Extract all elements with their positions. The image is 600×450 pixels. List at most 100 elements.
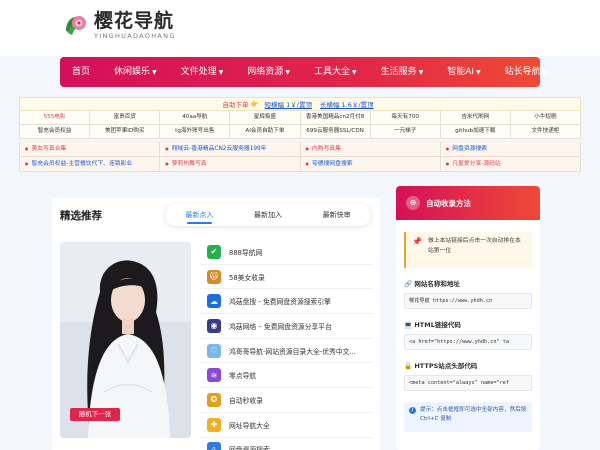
random-next-button[interactable]: 随机下一张	[70, 408, 120, 421]
code-box[interactable]: 樱花导航 https://www.yhdh.cn	[404, 293, 532, 309]
badge-icon: ✚	[207, 417, 221, 432]
section-title: 💻 HTML链接代码	[404, 321, 461, 329]
list-item[interactable]: 🐱 58美女收录	[200, 264, 372, 290]
featured-tabs: 最新点入 最新加入 最新快审	[165, 204, 371, 226]
bullet-icon: ●	[445, 146, 450, 151]
list-item-label: 自动秒收录	[229, 396, 263, 405]
seal-icon: ✪	[207, 392, 221, 407]
auto-include-tip: 📌 做上本站链接后点击一次自动排在本站第一位	[404, 232, 532, 268]
chevron-down-icon: ▼	[285, 69, 290, 76]
list-item-label: 网址导航大全	[229, 421, 270, 430]
code-sections: 🔗 网站名称和地址樱花导航 https://www.yhdh.cn 💻 HTML链…	[396, 278, 540, 391]
info-icon: i	[409, 407, 416, 414]
bullet-icon: ●	[165, 161, 169, 166]
bullet-icon: ●	[165, 146, 169, 151]
list-item[interactable]: ◉ 鸿菇网络 – 免费网盘资源分享平台	[200, 314, 372, 339]
grid-link[interactable]: 智充会员权益	[20, 125, 91, 139]
code-box[interactable]: <meta content="always" name="ref	[404, 375, 532, 391]
pointing-hand-icon: 👉	[250, 100, 259, 108]
list-item[interactable]: ✚ 网址导航大全	[200, 412, 372, 438]
copy-hint: i 提示：点击框框即可选中全部内容，然后按 Ctrl+C 复制	[404, 402, 532, 432]
grid-link[interactable]: 一元梯子	[370, 125, 441, 139]
section-title: 🔒 HTTPS站点头部代码	[404, 362, 478, 370]
grid-link[interactable]: 699云服务器SSL/CDN	[300, 125, 371, 139]
grid-link[interactable]: github加速下载	[440, 125, 511, 139]
tab-0[interactable]: 最新点入	[165, 204, 234, 226]
grid-link[interactable]: 文件快递柜	[510, 125, 581, 139]
list-item-label: 鸿菇盘搜 - 免费网盘资源搜索引擎	[229, 298, 331, 307]
chevron-down-icon: ▼	[476, 69, 481, 76]
text-ad-link[interactable]: ● 内购写真集	[300, 142, 441, 157]
cat-icon: 🐱	[207, 269, 221, 284]
list-item[interactable]: ♡ 鸿哥哥导航-网站资源目录大全-优秀中文...	[200, 338, 372, 364]
text-ad-link[interactable]: ● 网盘资源搜索	[440, 142, 581, 157]
grid-link[interactable]: 吉米代刷网	[440, 111, 511, 125]
grid-link[interactable]: AI会员自助下单	[230, 125, 301, 139]
link-tables: 自助下单 👉 短横幅 1￥/置顶 长横幅 1.6￥/置顶 555电影 富贵百货 40…	[19, 97, 581, 172]
nav-item-0[interactable]: 首页	[60, 57, 102, 87]
grid-link[interactable]: 富贵百货	[90, 111, 161, 125]
list-item-label: 58美女收录	[229, 273, 265, 282]
list-item-label: 鸿菇网络 – 免费网盘资源分享平台	[229, 322, 332, 331]
bullet-icon: ●	[25, 146, 29, 151]
list-item[interactable]: ✪ 自动秒收录	[200, 388, 372, 413]
promo-bar: 自助下单 👉 短横幅 1￥/置顶 长横幅 1.6￥/置顶	[19, 97, 581, 111]
list-item-label: 888导航网	[229, 248, 263, 257]
chevron-down-icon: ▼	[218, 69, 224, 76]
heart-icon: ♡	[207, 343, 221, 358]
promo-link-short[interactable]: 短横幅 1￥/置顶	[265, 99, 312, 109]
grid-link[interactable]: 小牛短剧	[510, 111, 581, 125]
tab-2[interactable]: 最新快审	[302, 204, 371, 226]
nav-item-1[interactable]: 休闲娱乐 ▼	[102, 57, 169, 87]
nav-item-5[interactable]: 生活服务 ▼	[369, 57, 436, 87]
grid-link[interactable]: 星辉极盛	[230, 111, 301, 125]
section-title: 🔗 网站名称和地址	[404, 280, 460, 288]
text-ad-link[interactable]: ● 翔域云-香港精品CN2云服务器199年	[160, 142, 301, 157]
text-ad-link[interactable]: ● 美女写真合集	[20, 142, 161, 157]
featured-list: ✔ 888导航网 🐱 58美女收录 ☁ 鸿菇盘搜 - 免费网盘资源搜索引擎 ◉ 鸿菇网络 – …	[200, 240, 372, 450]
text-ad-link[interactable]: ● 凡星爱分享-源码站	[440, 157, 581, 172]
text-ad-link[interactable]: ● 夸德搜网盘搜索	[300, 157, 441, 172]
grid-link[interactable]: 555电影	[20, 111, 91, 125]
nav-item-4[interactable]: 工具大全 ▼	[302, 57, 369, 87]
featured-panel: 精选推荐 最新点入 最新加入 最新快审 随机下一张 ✔ 888导航网 🐱 58美女收录 ☁ 鸿…	[52, 198, 380, 450]
grid-link[interactable]: 40aa导航	[160, 111, 231, 125]
nav-item-6[interactable]: 智能AI ▼	[435, 57, 492, 87]
promo-prefix: 自助下单	[222, 101, 249, 109]
featured-photo[interactable]: 随机下一张	[60, 242, 191, 438]
text-ad-link[interactable]: ● 智充会员权益-主营餐饮代下、连锁影业	[20, 157, 161, 172]
featured-title: 精选推荐	[60, 210, 102, 222]
bullet-icon: ●	[445, 161, 450, 166]
site-logo[interactable]: 樱花导航 YINGHUADAOHANG	[62, 10, 176, 40]
site-subtitle: YINGHUADAOHANG	[94, 32, 176, 40]
link-grid: 555电影 富贵百货 40aa导航 星辉极盛 香港美国精品cn2月付8 每天有700 吉米代…	[19, 111, 581, 139]
main-nav: 首页 休闲娱乐 ▼ 文件处理 ▼ 网络资源 ▼ 工具大全 ▼ 生活服务 ▼ 智能AI ▼ 站长导航 ▼	[60, 57, 547, 87]
nav-item-3[interactable]: 网络资源 ▼	[235, 57, 302, 87]
text-ad-grid: ● 美女写真合集 ● 翔域云-香港精品CN2云服务器199年 ● 内购写真集 ● 网盘资源搜索…	[19, 142, 581, 172]
bullet-icon: ●	[305, 161, 310, 166]
chevron-down-icon: ▼	[152, 69, 157, 76]
site-title: 樱花导航	[94, 10, 175, 32]
grid-link[interactable]: 香港美国精品cn2月付8	[300, 111, 371, 125]
chevron-down-icon: ▼	[418, 69, 424, 76]
list-item[interactable]: ≋ 零点导航	[200, 363, 372, 389]
cloud-icon: ☁	[207, 294, 221, 309]
promo-link-long[interactable]: 长横幅 1.6￥/置顶	[320, 99, 374, 109]
nav-item-2[interactable]: 文件处理 ▼	[169, 57, 236, 87]
grid-link[interactable]: 美团苹果ID购买	[90, 125, 161, 139]
bullet-icon: ●	[25, 161, 29, 166]
list-item-label: 零点导航	[229, 372, 257, 381]
tab-1[interactable]: 最新加入	[234, 204, 303, 226]
list-item[interactable]: ☁ 鸿菇盘搜 - 免费网盘资源搜索引擎	[200, 289, 372, 315]
list-item-label: 网盘资源搜索	[229, 444, 270, 450]
grid-link[interactable]: tg海外账号出售	[160, 125, 231, 139]
bullet-icon: ●	[305, 146, 310, 151]
list-item[interactable]: ⌕ 网盘资源搜索	[200, 437, 372, 450]
list-item[interactable]: ✔ 888导航网	[200, 240, 372, 265]
text-ad-link[interactable]: ● 萝莉热舞写真	[160, 157, 301, 172]
grid-link[interactable]: 每天有700	[370, 111, 441, 125]
nav-item-7[interactable]: 站长导航 ▼	[493, 57, 560, 87]
list-item-label: 鸿哥哥导航-网站资源目录大全-优秀中文...	[229, 347, 356, 356]
wave-icon: ≋	[207, 368, 221, 383]
code-box[interactable]: <a href="https://www.yhdh.cn" ta	[404, 334, 532, 350]
